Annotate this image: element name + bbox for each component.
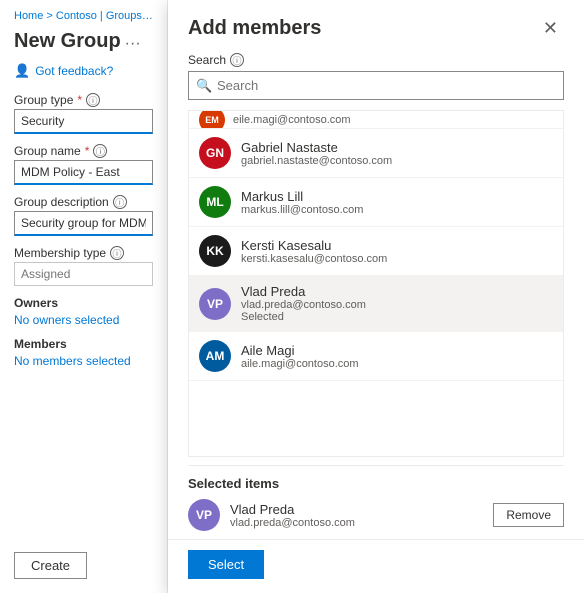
member-info: Aile Magiaile.magi@contoso.com <box>241 343 359 370</box>
required-star: * <box>77 93 82 107</box>
member-name: Kersti Kasesalu <box>241 238 387 253</box>
membership-type-info-icon[interactable]: ⓘ <box>110 246 124 260</box>
avatar: VP <box>199 288 231 320</box>
avatar: KK <box>199 235 231 267</box>
group-type-label: Group type * ⓘ <box>14 93 153 107</box>
member-info: Markus Lillmarkus.lill@contoso.com <box>241 189 363 216</box>
create-button[interactable]: Create <box>14 552 87 579</box>
group-description-input[interactable] <box>14 211 153 236</box>
left-panel: Home > Contoso | Groups > Gr... New Grou… <box>0 0 168 593</box>
owners-link[interactable]: No owners selected <box>14 313 119 327</box>
page-title: New Group <box>14 30 121 53</box>
selected-member-email: vlad.preda@contoso.com <box>230 517 355 529</box>
dialog-header: Add members ✕ <box>168 0 584 53</box>
feedback-label: Got feedback? <box>35 64 113 78</box>
selected-items-section: Selected items VP Vlad Preda vlad.preda@… <box>188 465 564 539</box>
avatar: ML <box>199 186 231 218</box>
membership-type-label: Membership type ⓘ <box>14 246 153 260</box>
members-list: EMeile.magi@contoso.com GN Gabriel Nastast… <box>188 110 564 457</box>
search-label: Search ⓘ <box>188 53 564 67</box>
member-email: markus.lill@contoso.com <box>241 204 363 216</box>
group-name-info-icon[interactable]: ⓘ <box>93 144 107 158</box>
member-info: Vlad Predavlad.preda@contoso.comSelected <box>241 284 366 323</box>
owners-section: Owners No owners selected <box>14 296 153 327</box>
member-email: kersti.kasesalu@contoso.com <box>241 253 387 265</box>
selected-member-details: Vlad Preda vlad.preda@contoso.com <box>230 502 355 529</box>
membership-type-section: Membership type ⓘ <box>14 246 153 286</box>
group-name-section: Group name * ⓘ <box>14 144 153 185</box>
list-item[interactable]: GN Gabriel Nastastegabriel.nastaste@conto… <box>189 129 563 178</box>
add-members-dialog: Add members ✕ Search ⓘ 🔍 EMeile.magi@con… <box>168 0 584 593</box>
group-name-label: Group name * ⓘ <box>14 144 153 158</box>
members-section: Members No members selected <box>14 337 153 368</box>
group-type-section: Group type * ⓘ <box>14 93 153 134</box>
remove-button[interactable]: Remove <box>493 503 564 527</box>
member-email: gabriel.nastaste@contoso.com <box>241 155 392 167</box>
search-info-icon[interactable]: ⓘ <box>230 53 244 67</box>
selected-label: Selected <box>241 311 366 323</box>
dialog-body: Search ⓘ 🔍 EMeile.magi@contoso.com GN Gabr… <box>168 53 584 539</box>
list-item[interactable]: AM Aile Magiaile.magi@contoso.com <box>189 332 563 381</box>
more-options-icon[interactable]: ··· <box>125 35 141 53</box>
required-star-name: * <box>85 144 90 158</box>
group-description-section: Group description ⓘ <box>14 195 153 236</box>
member-name: Markus Lill <box>241 189 363 204</box>
avatar: GN <box>199 137 231 169</box>
dialog-footer: Select <box>168 539 584 593</box>
group-name-input[interactable] <box>14 160 153 185</box>
group-type-info-icon[interactable]: ⓘ <box>86 93 100 107</box>
avatar: AM <box>199 340 231 372</box>
member-info: Kersti Kasesalukersti.kasesalu@contoso.c… <box>241 238 387 265</box>
list-item[interactable]: KK Kersti Kasesalukersti.kasesalu@contoso… <box>189 227 563 276</box>
dialog-close-button[interactable]: ✕ <box>537 16 564 41</box>
members-label: Members <box>14 337 153 351</box>
membership-type-input[interactable] <box>14 262 153 286</box>
list-item[interactable]: ML Markus Lillmarkus.lill@contoso.com <box>189 178 563 227</box>
list-item-partial[interactable]: EMeile.magi@contoso.com <box>189 111 563 129</box>
members-link[interactable]: No members selected <box>14 354 131 368</box>
selected-member-row: VP Vlad Preda vlad.preda@contoso.com Rem… <box>188 499 564 531</box>
selected-member-info: VP Vlad Preda vlad.preda@contoso.com <box>188 499 355 531</box>
search-input[interactable] <box>188 71 564 100</box>
member-info: Gabriel Nastastegabriel.nastaste@contoso… <box>241 140 392 167</box>
breadcrumb[interactable]: Home > Contoso | Groups > Gr... <box>14 10 153 22</box>
avatar: EM <box>199 111 225 129</box>
select-button[interactable]: Select <box>188 550 264 579</box>
list-item[interactable]: VP Vlad Predavlad.preda@contoso.comSelect… <box>189 276 563 332</box>
dialog-title: Add members <box>188 17 321 40</box>
group-description-info-icon[interactable]: ⓘ <box>113 195 127 209</box>
member-name: Aile Magi <box>241 343 359 358</box>
member-name: Gabriel Nastaste <box>241 140 392 155</box>
member-email: aile.magi@contoso.com <box>241 358 359 370</box>
group-description-label: Group description ⓘ <box>14 195 153 209</box>
group-type-input[interactable] <box>14 109 153 134</box>
selected-member-name: Vlad Preda <box>230 502 355 517</box>
selected-items-title: Selected items <box>188 476 564 491</box>
search-input-wrap: 🔍 <box>188 71 564 100</box>
feedback-link[interactable]: 👤 Got feedback? <box>14 63 153 79</box>
member-name: Vlad Preda <box>241 284 366 299</box>
owners-label: Owners <box>14 296 153 310</box>
member-email: vlad.preda@contoso.com <box>241 299 366 311</box>
selected-member-avatar: VP <box>188 499 220 531</box>
search-icon: 🔍 <box>196 78 212 94</box>
feedback-icon: 👤 <box>14 63 30 79</box>
